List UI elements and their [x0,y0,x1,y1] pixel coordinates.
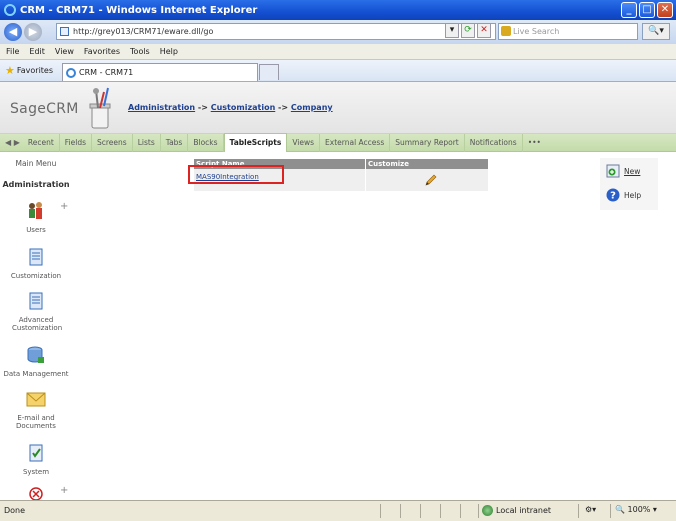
live-search-icon [501,26,511,36]
favorites-bar: ★ Favorites CRM - CRM71 [0,60,676,82]
pencil-icon[interactable] [424,173,438,187]
help-button[interactable]: ? Help [606,188,641,202]
new-tab-button[interactable] [259,64,279,80]
admin-sidebar: Main Menu Administration Users + Customi… [0,153,72,500]
new-icon [606,164,620,178]
expand-users-icon[interactable]: + [60,201,68,212]
column-customize[interactable]: Customize [366,159,488,169]
favorites-star-icon: ★ [5,64,15,77]
advanced-customization-icon [29,292,43,310]
customization-icon [29,248,43,266]
window-title: CRM - CRM71 - Windows Internet Explorer [20,4,258,16]
menu-view[interactable]: View [55,47,74,56]
search-button[interactable]: 🔍▾ [642,23,670,40]
script-name-cell: MAS90Integration [188,165,366,191]
expand-system-icon[interactable]: + [60,485,68,496]
menu-favorites[interactable]: Favorites [84,47,120,56]
customize-cell [366,169,488,191]
status-bar: Done Local intranet ⚙▾ 🔍 100% ▾ [0,500,676,521]
refresh-icon[interactable]: ⟳ [461,23,475,38]
sidebar-item-advanced-customization[interactable]: Advanced Customization [0,291,72,332]
maximize-button[interactable]: □ [639,2,655,18]
sidebar-item-system[interactable]: System [0,443,72,476]
window-titlebar: CRM - CRM71 - Windows Internet Explorer … [0,0,676,20]
help-icon: ? [606,188,620,202]
highlight-box [188,165,284,184]
sidebar-item-data-management[interactable]: Data Management [0,345,72,378]
tab-views[interactable]: Views [287,133,321,152]
crm-header: SageCRM Administration -> Customization … [0,82,676,134]
table-row: MAS90Integration [188,165,488,191]
breadcrumb-administration[interactable]: Administration [128,103,195,112]
tab-screens[interactable]: Screens [92,133,133,152]
breadcrumb-customization[interactable]: Customization [211,103,276,112]
admin-tools-icon [89,87,111,129]
ie-tab-icon [66,68,76,78]
ie-logo-icon [4,4,16,16]
stop-icon[interactable]: ✕ [477,23,491,38]
breadcrumb: Administration -> Customization -> Compa… [128,103,333,112]
menu-tools[interactable]: Tools [130,47,150,56]
tab-fields[interactable]: Fields [60,133,92,152]
envelope-icon [26,392,46,407]
main-content: Script Name Customize MAS90Integration N… [72,153,676,500]
action-panel: New ? Help [600,158,658,210]
browser-tab-active[interactable]: CRM - CRM71 [62,63,258,81]
security-zone: Local intranet [482,505,551,516]
users-icon [29,202,42,219]
data-management-icon [27,346,44,363]
favorites-button[interactable]: Favorites [17,66,53,75]
tab-external-access[interactable]: External Access [320,133,391,152]
tab-notifications[interactable]: Notifications [465,133,523,152]
menu-help[interactable]: Help [160,47,178,56]
menu-bar: File Edit View Favorites Tools Help [0,44,676,60]
tab-navigation: ◀ ▶ Recent Fields Screens Lists Tabs Blo… [0,133,676,152]
page-icon [60,27,69,36]
system-icon [29,444,43,462]
protected-mode-icon[interactable]: ⚙▾ [585,505,596,514]
sagecrm-logo: SageCRM [10,101,79,117]
intranet-globe-icon [482,505,493,516]
back-button[interactable]: ◀ [4,23,22,41]
breadcrumb-company[interactable]: Company [291,103,333,112]
cancel-icon[interactable] [28,486,44,500]
new-button[interactable]: New [606,164,640,178]
tab-summary-report[interactable]: Summary Report [390,133,465,152]
dropdown-chevron-icon[interactable]: ▾ [445,23,459,38]
main-menu-link[interactable]: Main Menu [0,159,72,168]
minimize-button[interactable]: _ [621,2,637,18]
menu-edit[interactable]: Edit [29,47,45,56]
sidebar-section-title: Administration [2,180,70,189]
tablescripts-grid: Script Name Customize MAS90Integration [188,159,488,191]
zoom-control[interactable]: 🔍 100% ▾ [615,505,657,514]
sidebar-item-customization[interactable]: Customization [0,247,72,280]
tab-blocks[interactable]: Blocks [188,133,224,152]
tab-lists[interactable]: Lists [133,133,161,152]
close-window-button[interactable]: ✕ [657,2,673,18]
tab-tablescripts[interactable]: TableScripts [223,133,288,152]
tab-recent[interactable]: Recent [23,133,60,152]
tab-more[interactable]: ••• [523,134,546,152]
address-bar: ◀ ▶ http://grey013/CRM71/eware.dll/go ▾ … [0,20,676,44]
search-input[interactable]: Live Search [498,23,638,40]
svg-text:?: ? [610,191,616,202]
forward-button[interactable]: ▶ [24,23,42,41]
sidebar-item-email-documents[interactable]: E-mail and Documents [0,389,72,430]
browser-tab-title: CRM - CRM71 [79,68,134,77]
status-text: Done [4,506,26,515]
history-arrows-icon[interactable]: ◀ ▶ [0,138,23,147]
menu-file[interactable]: File [6,47,19,56]
url-input[interactable]: http://grey013/CRM71/eware.dll/go [56,23,496,40]
tab-tabs[interactable]: Tabs [161,133,189,152]
